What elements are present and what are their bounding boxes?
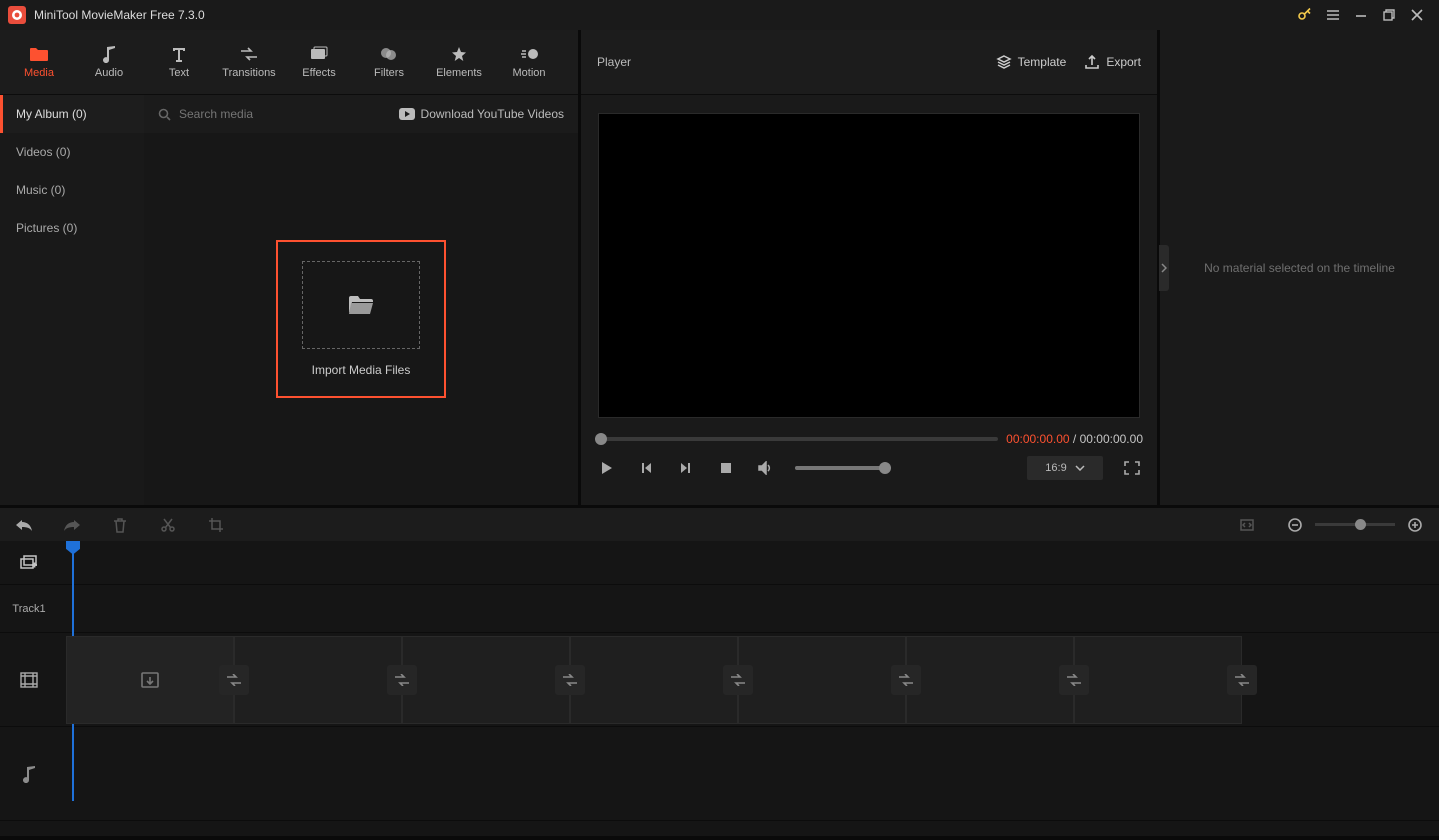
transition-slot[interactable]	[555, 665, 585, 695]
sidebar-item-my-album[interactable]: My Album (0)	[0, 95, 144, 133]
video-track-icon	[0, 672, 58, 688]
timeline: Track1	[0, 541, 1439, 836]
export-button[interactable]: Export	[1084, 54, 1141, 70]
fullscreen-button[interactable]	[1121, 457, 1143, 479]
crop-button[interactable]	[206, 515, 226, 535]
template-icon	[996, 54, 1012, 70]
menu-icon[interactable]	[1319, 1, 1347, 29]
folder-icon	[29, 45, 49, 63]
download-youtube-link[interactable]: Download YouTube Videos	[399, 107, 564, 121]
transition-slot[interactable]	[1059, 665, 1089, 695]
ribbon-tabs: Media Audio Text Transitions Effects Fil…	[0, 30, 578, 95]
tab-audio[interactable]: Audio	[74, 32, 144, 92]
app-logo-icon	[8, 6, 26, 24]
edit-toolbar	[0, 505, 1439, 541]
motion-icon	[519, 45, 539, 63]
clip-slot[interactable]	[738, 636, 906, 724]
tab-motion[interactable]: Motion	[494, 32, 564, 92]
template-button[interactable]: Template	[996, 54, 1067, 70]
tab-text[interactable]: Text	[144, 32, 214, 92]
import-media-label: Import Media Files	[312, 363, 411, 377]
auto-fit-button[interactable]	[1237, 515, 1257, 535]
zoom-out-button[interactable]	[1285, 515, 1305, 535]
transition-slot[interactable]	[891, 665, 921, 695]
track-label: Track1	[0, 603, 58, 615]
player-title: Player	[597, 55, 631, 69]
volume-icon[interactable]	[755, 457, 777, 479]
import-media-button[interactable]: Import Media Files	[276, 240, 446, 398]
text-icon	[169, 45, 189, 63]
clip-slot[interactable]	[906, 636, 1074, 724]
delete-button[interactable]	[110, 515, 130, 535]
elements-icon	[449, 45, 469, 63]
chevron-down-icon	[1075, 465, 1085, 471]
seek-slider[interactable]	[595, 437, 998, 441]
download-icon	[399, 108, 415, 120]
panel-collapse-handle[interactable]	[1159, 245, 1169, 291]
close-button[interactable]	[1403, 1, 1431, 29]
redo-button[interactable]	[62, 515, 82, 535]
volume-slider[interactable]	[795, 466, 891, 470]
tab-media[interactable]: Media	[4, 32, 74, 92]
inspector-placeholder: No material selected on the timeline	[1204, 261, 1395, 275]
transition-slot[interactable]	[387, 665, 417, 695]
sidebar-item-videos[interactable]: Videos (0)	[0, 133, 144, 171]
folder-open-icon	[347, 293, 375, 317]
clip-slot[interactable]	[234, 636, 402, 724]
search-input[interactable]	[179, 107, 339, 121]
app-title: MiniTool MovieMaker Free 7.3.0	[34, 8, 205, 22]
split-button[interactable]	[158, 515, 178, 535]
timecode: 00:00:00.00 / 00:00:00.00	[1006, 432, 1143, 446]
minimize-button[interactable]	[1347, 1, 1375, 29]
track1-body[interactable]	[58, 585, 1439, 632]
player-header: Player Template Export	[581, 30, 1157, 95]
media-sidebar: My Album (0) Videos (0) Music (0) Pictur…	[0, 95, 144, 505]
tab-filters[interactable]: Filters	[354, 32, 424, 92]
stop-button[interactable]	[715, 457, 737, 479]
audio-track-icon	[0, 765, 58, 783]
add-track-button[interactable]	[20, 555, 38, 571]
sidebar-item-music[interactable]: Music (0)	[0, 171, 144, 209]
transition-slot[interactable]	[219, 665, 249, 695]
undo-button[interactable]	[14, 515, 34, 535]
prev-frame-button[interactable]	[635, 457, 657, 479]
aspect-ratio-select[interactable]: 16:9	[1027, 456, 1103, 480]
music-note-icon	[99, 45, 119, 63]
play-button[interactable]	[595, 457, 617, 479]
media-toolbar: Download YouTube Videos	[144, 95, 578, 133]
effects-icon	[309, 45, 329, 63]
player-viewport	[598, 113, 1140, 418]
maximize-button[interactable]	[1375, 1, 1403, 29]
drop-media-icon	[140, 671, 160, 689]
sidebar-item-pictures[interactable]: Pictures (0)	[0, 209, 144, 247]
filters-icon	[379, 45, 399, 63]
zoom-in-button[interactable]	[1405, 515, 1425, 535]
transition-slot[interactable]	[723, 665, 753, 695]
tab-effects[interactable]: Effects	[284, 32, 354, 92]
search-icon	[158, 108, 171, 121]
tab-elements[interactable]: Elements	[424, 32, 494, 92]
title-bar: MiniTool MovieMaker Free 7.3.0	[0, 0, 1439, 30]
zoom-slider[interactable]	[1315, 523, 1395, 526]
clip-slot[interactable]	[1074, 636, 1242, 724]
activate-key-icon[interactable]	[1291, 1, 1319, 29]
timeline-ruler[interactable]	[58, 541, 1439, 585]
clip-slot[interactable]	[570, 636, 738, 724]
transition-slot[interactable]	[1227, 665, 1257, 695]
tab-transitions[interactable]: Transitions	[214, 32, 284, 92]
clip-slot[interactable]	[402, 636, 570, 724]
video-track-body[interactable]	[58, 633, 1439, 726]
transitions-icon	[239, 45, 259, 63]
export-icon	[1084, 54, 1100, 70]
audio-track-body[interactable]	[58, 727, 1439, 820]
inspector-panel: No material selected on the timeline	[1160, 30, 1439, 505]
next-frame-button[interactable]	[675, 457, 697, 479]
clip-slot[interactable]	[66, 636, 234, 724]
